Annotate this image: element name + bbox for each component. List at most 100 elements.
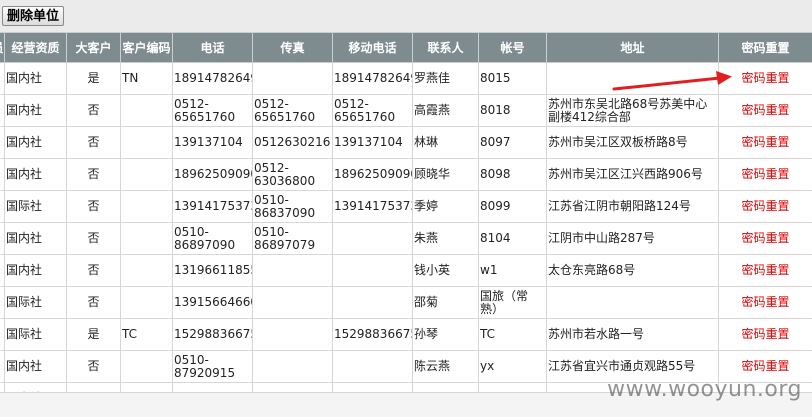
- cell-big-customer: 是: [67, 319, 121, 351]
- cell-phone: 0512-65651760: [173, 95, 253, 127]
- table-row[interactable]: 国内社否0512-656517600512-656517600512-65651…: [0, 95, 812, 127]
- cell-mobile: [333, 255, 413, 287]
- table-body: 国内社是TN1891478264918914782649罗燕佳8015密码重置国…: [0, 63, 812, 393]
- cell-phone: 139137104: [173, 127, 253, 159]
- reset-password-link[interactable]: 密码重置: [741, 135, 789, 149]
- cell-mobile: [333, 287, 413, 319]
- cell-scope: 国内社: [5, 159, 67, 191]
- cell-contact: 季婷: [413, 191, 479, 223]
- table-row[interactable]: 国际社否139141753730510-8683709013914175373季…: [0, 191, 812, 223]
- cell-phone: 13915664660: [173, 287, 253, 319]
- reset-password-link[interactable]: 密码重置: [741, 359, 789, 373]
- cell-account: 8098: [479, 159, 547, 191]
- cell-customer-code: [121, 191, 173, 223]
- table-row[interactable]: 国内社否189625090900512-6303680018962509090顾…: [0, 159, 812, 191]
- column-header-fax[interactable]: 传真: [253, 33, 333, 63]
- cell-mobile: 15298836675: [333, 319, 413, 351]
- table-row[interactable]: 国内社否13196611855钱小英w1太仓东亮路68号密码重置: [0, 255, 812, 287]
- cell-scope: 国内社: [5, 63, 67, 95]
- cell-account: 国旅（常熟）: [479, 287, 547, 319]
- cell-scope: 国内社: [5, 95, 67, 127]
- cell-reset: 密码重置: [719, 95, 812, 127]
- cell-scope: 国内社: [5, 127, 67, 159]
- cell-fax: [253, 255, 333, 287]
- cell-mobile: 18914782649: [333, 63, 413, 95]
- customer-table: 员 经营资质 大客户 客户编码 电话 传真 移动电话 联系人 帐号 地址 密码重…: [0, 32, 812, 392]
- cell-scope: 国际社: [5, 287, 67, 319]
- cell-big-customer: 否: [67, 383, 121, 393]
- reset-password-link[interactable]: 密码重置: [741, 263, 789, 277]
- reset-password-link[interactable]: 密码重置: [741, 103, 789, 117]
- cell-fax: 0512630216: [253, 127, 333, 159]
- reset-password-link[interactable]: 密码重置: [741, 167, 789, 181]
- cell-phone: 0510-86897090: [173, 223, 253, 255]
- reset-password-link[interactable]: 密码重置: [741, 231, 789, 245]
- cell-phone: 13914175373: [173, 191, 253, 223]
- cell-scope: 国际社: [5, 319, 67, 351]
- cell-mobile: [333, 351, 413, 383]
- cell-account: 8015: [479, 63, 547, 95]
- cell-scope: 国内社: [5, 351, 67, 383]
- reset-password-link[interactable]: 密码重置: [741, 327, 789, 341]
- cell-phone: 0516-: [173, 383, 253, 393]
- table-row[interactable]: 国际社否13915664660邵菊国旅（常熟）密码重置: [0, 287, 812, 319]
- table-row[interactable]: 国内社否0510-868970900510-86897079朱燕8104江阴市中…: [0, 223, 812, 255]
- cell-fax: [253, 63, 333, 95]
- table-row[interactable]: 国内社否1391371040512630216139137104林琳8097苏州…: [0, 127, 812, 159]
- cell-address: 苏州市吴江区江兴西路906号: [547, 159, 719, 191]
- column-header-phone[interactable]: 电话: [173, 33, 253, 63]
- column-header-customer-code[interactable]: 客户编码: [121, 33, 173, 63]
- cell-fax: [253, 351, 333, 383]
- column-header-address[interactable]: 地址: [547, 33, 719, 63]
- cell-address: 苏州市吴江区双板桥路8号: [547, 127, 719, 159]
- cell-scope: 国内社: [5, 383, 67, 393]
- watermark: www.wooyun.org: [607, 377, 802, 402]
- cell-fax: [253, 319, 333, 351]
- toolbar: 删除单位: [0, 0, 812, 32]
- cell-reset: 密码重置: [719, 223, 812, 255]
- cell-reset: 密码重置: [719, 127, 812, 159]
- customer-grid: 员 经营资质 大客户 客户编码 电话 传真 移动电话 联系人 帐号 地址 密码重…: [0, 32, 812, 392]
- cell-customer-code: [121, 383, 173, 393]
- column-header-big-customer[interactable]: 大客户: [67, 33, 121, 63]
- cell-phone: 18914782649: [173, 63, 253, 95]
- cell-account: 8104: [479, 223, 547, 255]
- cell-reset: 密码重置: [719, 255, 812, 287]
- cell-reset: 密码重置: [719, 63, 812, 95]
- cell-big-customer: 否: [67, 223, 121, 255]
- column-header-mobile[interactable]: 移动电话: [333, 33, 413, 63]
- column-header-scope[interactable]: 经营资质: [5, 33, 67, 63]
- cell-fax: 0512-65651760: [253, 95, 333, 127]
- table-row[interactable]: 国际社是TC1529883667515298836675孙琴TC苏州市若水路一号…: [0, 319, 812, 351]
- reset-password-link[interactable]: 密码重置: [741, 199, 789, 213]
- cell-account: w1: [479, 255, 547, 287]
- delete-unit-button[interactable]: 删除单位: [2, 6, 64, 26]
- cell-address: 苏州市东吴北路68号苏美中心副楼412综合部: [547, 95, 719, 127]
- cell-customer-code: [121, 351, 173, 383]
- cell-big-customer: 否: [67, 127, 121, 159]
- cell-address: 太仓东亮路68号: [547, 255, 719, 287]
- column-header-contact[interactable]: 联系人: [413, 33, 479, 63]
- cell-contact: [413, 383, 479, 393]
- cell-phone: 13196611855: [173, 255, 253, 287]
- column-header-reset[interactable]: 密码重置: [719, 33, 812, 63]
- table-row[interactable]: 国内社是TN1891478264918914782649罗燕佳8015密码重置: [0, 63, 812, 95]
- cell-account: TC: [479, 319, 547, 351]
- cell-customer-code: [121, 255, 173, 287]
- cell-address: 苏州市若水路一号: [547, 319, 719, 351]
- reset-password-link[interactable]: 密码重置: [741, 295, 789, 309]
- reset-password-link[interactable]: 密码重置: [741, 71, 789, 85]
- cell-account: 8099: [479, 191, 547, 223]
- cell-big-customer: 是: [67, 63, 121, 95]
- cell-customer-code: [121, 159, 173, 191]
- cell-customer-code: TN: [121, 63, 173, 95]
- cell-big-customer: 否: [67, 287, 121, 319]
- cell-customer-code: [121, 223, 173, 255]
- column-header-account[interactable]: 帐号: [479, 33, 547, 63]
- cell-mobile: 0516-: [333, 383, 413, 393]
- cell-mobile: 13914175373: [333, 191, 413, 223]
- cell-address: 江阴市中山路287号: [547, 223, 719, 255]
- cell-big-customer: 否: [67, 95, 121, 127]
- cell-contact: 孙琴: [413, 319, 479, 351]
- cell-big-customer: 否: [67, 255, 121, 287]
